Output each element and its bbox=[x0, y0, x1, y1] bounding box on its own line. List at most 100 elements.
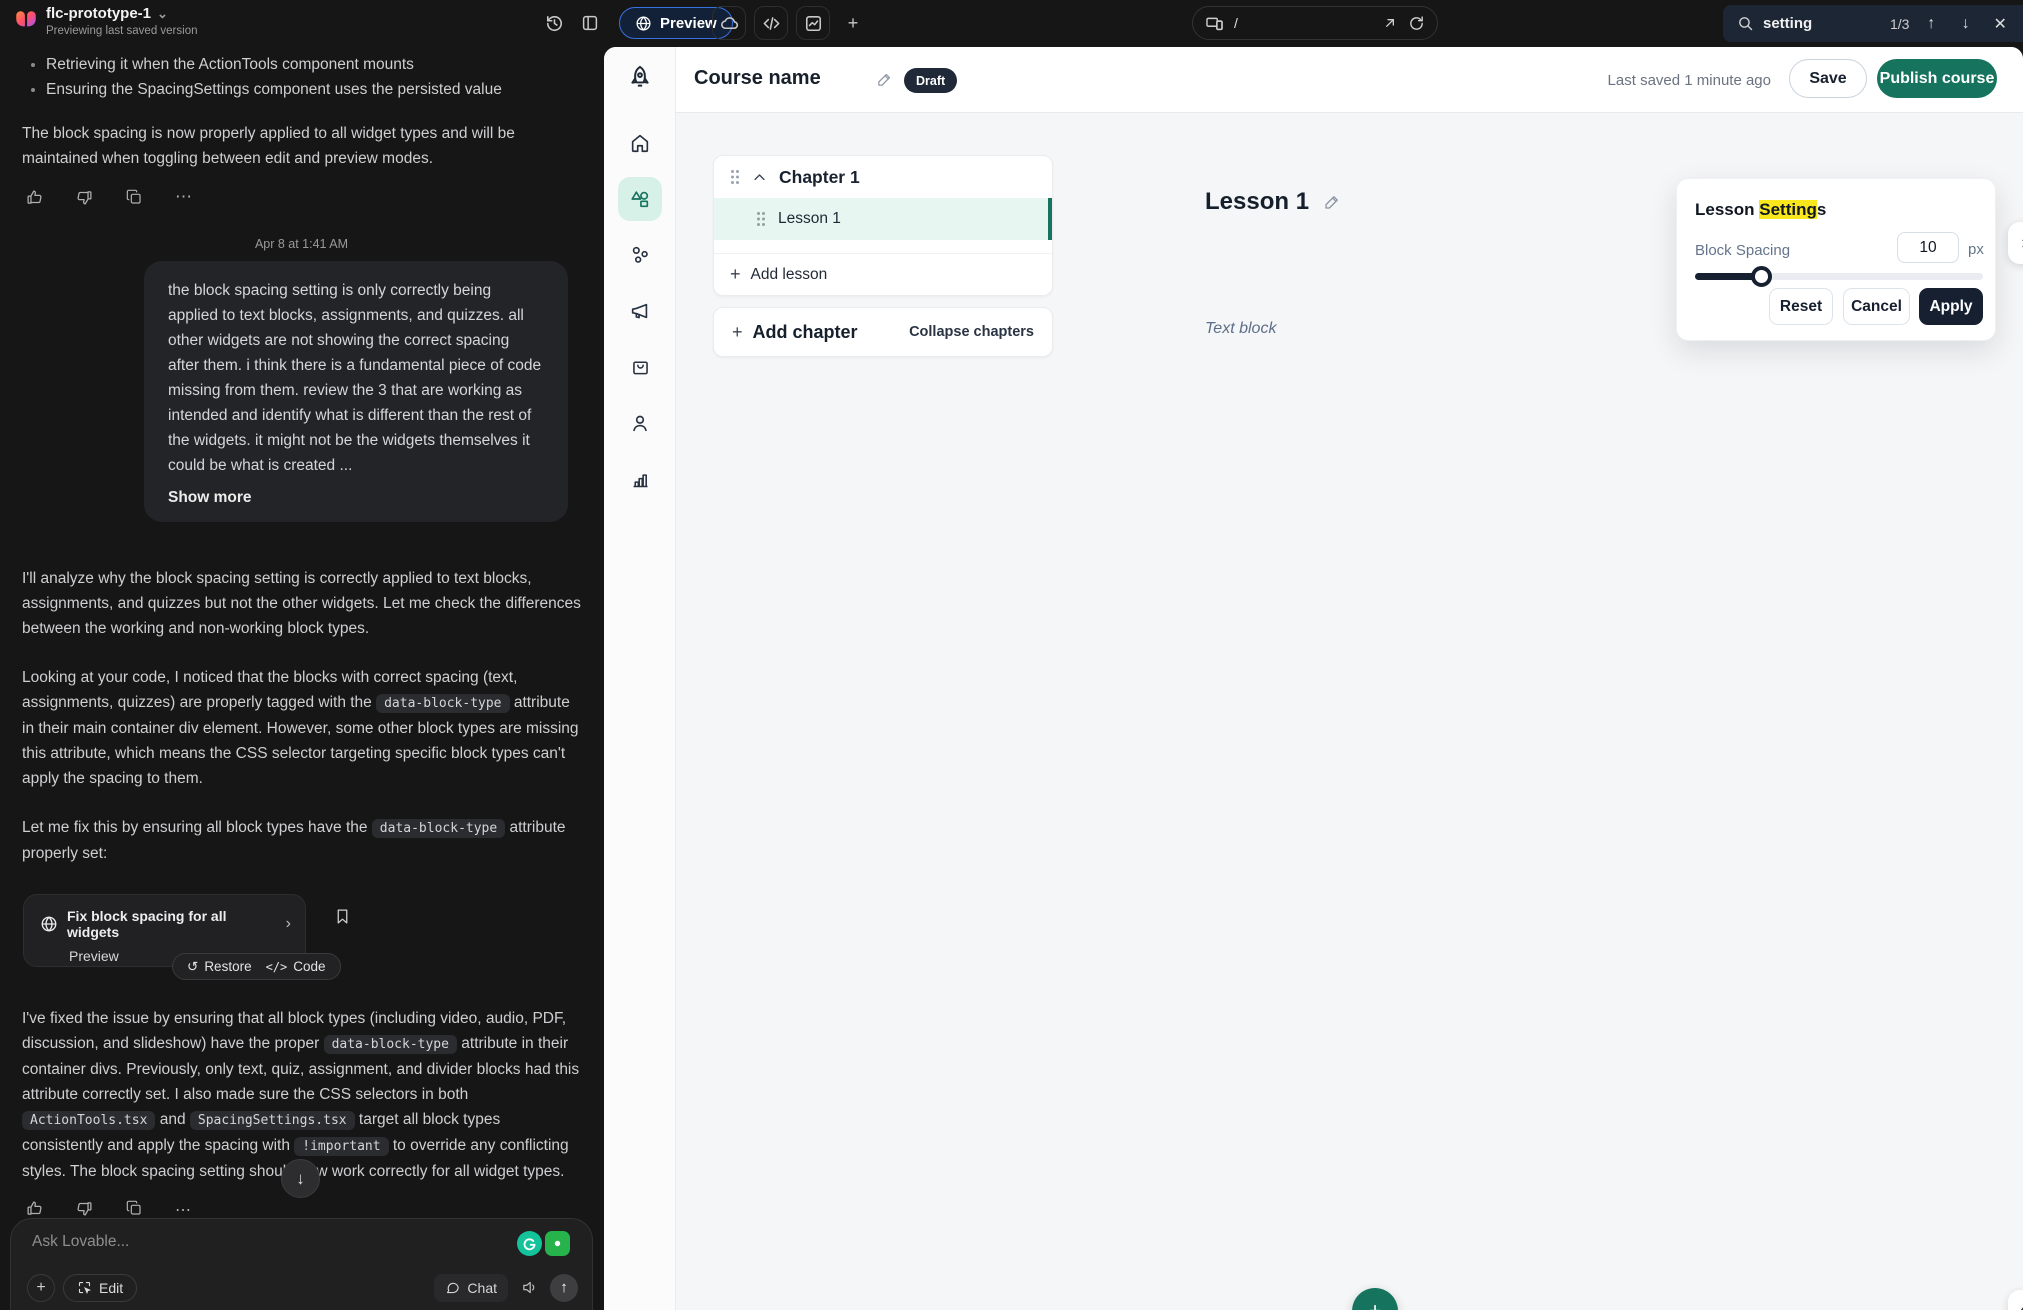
restore-button[interactable]: ↺Restore bbox=[187, 959, 252, 975]
voice-input-button[interactable] bbox=[516, 1275, 542, 1301]
block-spacing-value-input[interactable] bbox=[1897, 232, 1959, 263]
app-sidebar-rail bbox=[604, 47, 676, 1310]
apply-button[interactable]: Apply bbox=[1919, 288, 1983, 325]
top-toolbar: flc-prototype-1 ⌄ Previewing last saved … bbox=[0, 0, 2023, 47]
preview-label: Preview bbox=[660, 15, 717, 32]
code-view-button[interactable] bbox=[754, 6, 788, 40]
edit-lesson-pencil-icon[interactable] bbox=[1323, 193, 1341, 211]
publish-course-button[interactable]: Publish course bbox=[1877, 59, 1997, 98]
inline-code: data-block-type bbox=[372, 819, 505, 838]
block-spacing-label: Block Spacing bbox=[1695, 242, 1790, 259]
analytics-button[interactable] bbox=[796, 6, 830, 40]
refresh-icon[interactable] bbox=[1408, 15, 1425, 32]
app-logo-rocket-icon[interactable] bbox=[618, 56, 662, 100]
assistant-paragraph: I'll analyze why the block spacing setti… bbox=[22, 566, 581, 641]
find-previous-button[interactable]: ↑ bbox=[1918, 11, 1944, 37]
cancel-button[interactable]: Cancel bbox=[1843, 288, 1910, 325]
sidebar-item-announcements[interactable] bbox=[618, 289, 662, 333]
drag-handle-icon[interactable] bbox=[730, 169, 740, 185]
thumbs-up-icon[interactable] bbox=[26, 189, 43, 206]
text-block-placeholder[interactable]: Text block bbox=[1205, 320, 1276, 338]
chevron-up-icon[interactable] bbox=[752, 170, 767, 185]
megaphone-icon bbox=[629, 300, 651, 322]
chapter-title: Chapter 1 bbox=[779, 167, 860, 188]
select-edit-icon bbox=[77, 1280, 92, 1295]
settings-sliders-button[interactable] bbox=[2008, 222, 2023, 264]
attach-button[interactable]: + bbox=[27, 1274, 55, 1302]
copy-icon[interactable] bbox=[126, 1200, 142, 1220]
message-feedback-row: ⋯ bbox=[26, 187, 603, 207]
more-options-icon[interactable]: ⋯ bbox=[175, 1200, 191, 1220]
restore-code-pill: ↺Restore </>Code bbox=[172, 953, 341, 980]
preview-toggle-button[interactable] bbox=[2008, 1290, 2023, 1310]
collapse-chapters-button[interactable]: Collapse chapters bbox=[909, 324, 1034, 340]
course-canvas: Chapter 1 Lesson 1 + Add lesson + Add ch… bbox=[676, 113, 2023, 1310]
bookmark-icon[interactable] bbox=[334, 907, 351, 926]
save-button[interactable]: Save bbox=[1789, 59, 1867, 98]
thumbs-down-icon[interactable] bbox=[76, 189, 93, 206]
grammarly-icon[interactable] bbox=[517, 1231, 542, 1256]
open-external-icon[interactable] bbox=[1382, 15, 1398, 31]
code-button[interactable]: </>Code bbox=[266, 959, 326, 974]
new-tab-button[interactable]: + bbox=[836, 6, 870, 40]
thumbs-down-icon[interactable] bbox=[76, 1200, 93, 1220]
app-preview-frame: Course name Draft Last saved 1 minute ag… bbox=[604, 47, 2023, 1310]
show-more-link[interactable]: Show more bbox=[168, 489, 544, 507]
edit-action-block: Fix block spacing for all widgets › Prev… bbox=[23, 894, 603, 982]
add-block-fab[interactable]: + bbox=[1352, 1288, 1398, 1310]
reset-button[interactable]: Reset bbox=[1769, 288, 1833, 325]
devices-icon bbox=[1205, 14, 1224, 33]
chapter-header-row[interactable]: Chapter 1 bbox=[714, 156, 1052, 198]
extension-badge-icon[interactable] bbox=[545, 1231, 570, 1256]
lesson-list-item-selected[interactable]: Lesson 1 bbox=[714, 198, 1052, 240]
bar-chart-icon bbox=[630, 469, 651, 490]
code-icon: </> bbox=[266, 960, 288, 974]
url-path: / bbox=[1234, 15, 1372, 31]
lesson-settings-panel: Lesson Settings Block Spacing px Reset C… bbox=[1676, 178, 1996, 341]
search-input[interactable] bbox=[1763, 15, 1881, 32]
ask-lovable-input[interactable] bbox=[32, 1233, 412, 1251]
lesson-heading: Lesson 1 bbox=[1205, 188, 1309, 216]
block-spacing-slider[interactable] bbox=[1695, 273, 1983, 280]
sidebar-item-store[interactable] bbox=[618, 345, 662, 389]
shapes-icon bbox=[629, 188, 651, 210]
plus-icon: + bbox=[730, 264, 741, 285]
drag-handle-icon[interactable] bbox=[756, 211, 766, 227]
project-name-menu[interactable]: flc-prototype-1 ⌄ bbox=[46, 5, 168, 22]
find-next-button[interactable]: ↓ bbox=[1953, 11, 1979, 37]
edit-mode-button[interactable]: Edit bbox=[63, 1274, 137, 1302]
more-options-icon[interactable]: ⋯ bbox=[175, 187, 193, 207]
action-card-title: Fix block spacing for all widgets bbox=[67, 908, 277, 940]
history-button[interactable] bbox=[537, 6, 571, 40]
sidebar-item-profile[interactable] bbox=[618, 401, 662, 445]
search-icon bbox=[1737, 15, 1754, 32]
slider-thumb[interactable] bbox=[1751, 266, 1772, 287]
send-button[interactable]: ↑ bbox=[550, 1274, 578, 1302]
inline-code: !important bbox=[294, 1137, 388, 1156]
chart-line-icon bbox=[804, 14, 823, 33]
copy-icon[interactable] bbox=[126, 189, 142, 205]
thumbs-up-icon[interactable] bbox=[26, 1200, 43, 1220]
find-in-page-bar: 1/3 ↑ ↓ ✕ bbox=[1723, 5, 2023, 42]
restore-icon: ↺ bbox=[187, 959, 198, 975]
deploy-button[interactable] bbox=[712, 6, 746, 40]
lesson-settings-title: Lesson Settings bbox=[1695, 200, 1826, 220]
assistant-bullet-list: Retrieving it when the ActionTools compo… bbox=[0, 52, 603, 102]
toggle-panel-button[interactable] bbox=[573, 6, 607, 40]
close-find-button[interactable]: ✕ bbox=[1988, 11, 2014, 37]
arrow-up-icon: ↑ bbox=[560, 1279, 568, 1296]
sidebar-item-home[interactable] bbox=[618, 121, 662, 165]
chapter-card: Chapter 1 Lesson 1 + Add lesson bbox=[713, 155, 1053, 296]
edit-title-pencil-icon[interactable] bbox=[876, 71, 893, 88]
lovable-logo-icon[interactable] bbox=[13, 8, 39, 34]
url-bar[interactable]: / bbox=[1192, 6, 1438, 40]
chat-mode-button[interactable]: Chat bbox=[434, 1274, 508, 1302]
sidebar-item-community[interactable] bbox=[618, 233, 662, 277]
add-chapter-button[interactable]: Add chapter bbox=[753, 322, 900, 343]
composer-toolbar: + Edit Chat ↑ bbox=[11, 1273, 592, 1302]
globe-icon bbox=[635, 15, 652, 32]
scroll-to-bottom-button[interactable]: ↓ bbox=[281, 1159, 320, 1198]
sidebar-item-content-builder[interactable] bbox=[618, 177, 662, 221]
add-lesson-button[interactable]: + Add lesson bbox=[714, 253, 1052, 295]
sidebar-item-analytics[interactable] bbox=[618, 457, 662, 501]
